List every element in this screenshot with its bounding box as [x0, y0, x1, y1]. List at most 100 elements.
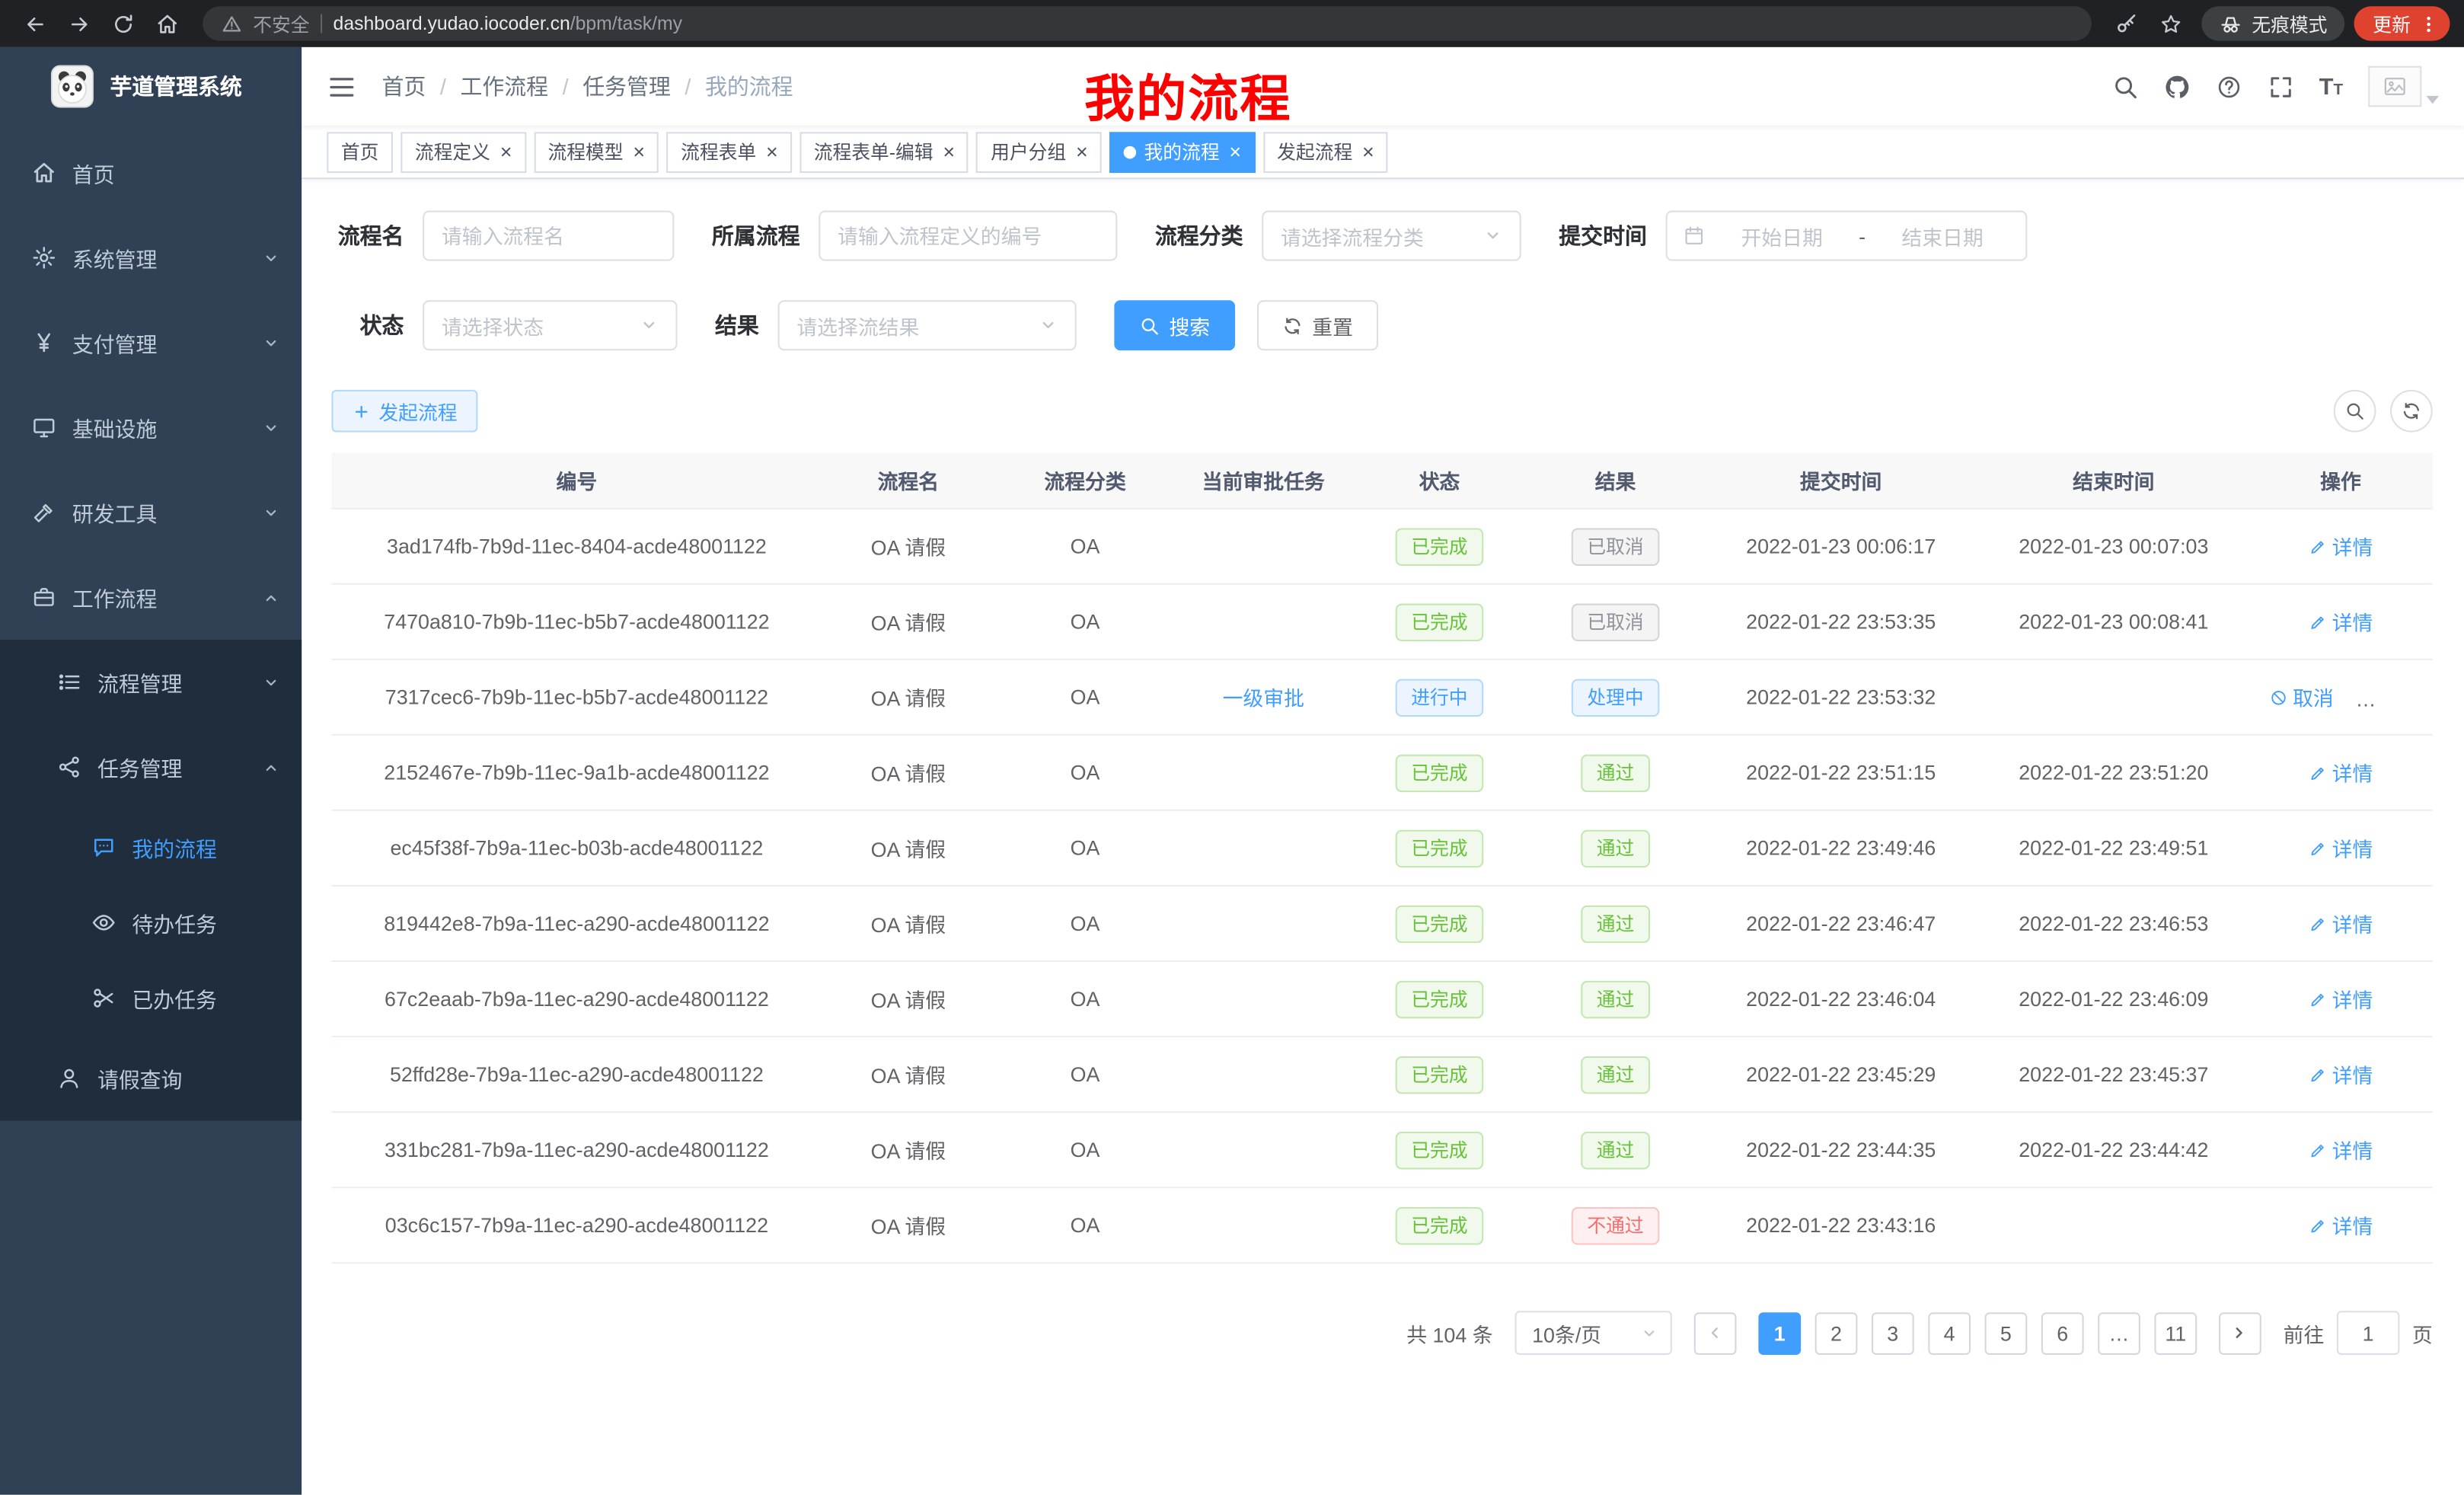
sidebar-item[interactable]: 系统管理: [0, 216, 302, 300]
table-row[interactable]: ec45f38f-7b9a-11ec-b03b-acde48001122 OA …: [331, 811, 2432, 886]
sidebar-item[interactable]: 任务管理: [0, 724, 302, 809]
security-label[interactable]: 不安全: [253, 10, 309, 37]
tab[interactable]: 流程表单-编辑 ×: [800, 131, 969, 172]
browser-back-button[interactable]: [14, 5, 56, 43]
action-detail-link[interactable]: 详情: [2309, 1059, 2373, 1089]
search-button[interactable]: 搜索: [1114, 300, 1235, 350]
pagination-more-button[interactable]: …: [2098, 1311, 2140, 1354]
process-def-input[interactable]: [819, 211, 1117, 261]
sidebar-item[interactable]: 已办任务: [0, 960, 302, 1036]
key-icon[interactable]: [2107, 5, 2148, 43]
tab[interactable]: 流程定义 ×: [401, 131, 525, 172]
tab[interactable]: 首页: [327, 131, 393, 172]
tab[interactable]: 流程模型 ×: [534, 131, 659, 172]
cell-actions: 详情: [2249, 984, 2432, 1014]
sidebar-item[interactable]: 请假查询: [0, 1036, 302, 1120]
pagination-next-button[interactable]: [2219, 1311, 2261, 1354]
sidebar-item[interactable]: 我的流程: [0, 810, 302, 885]
tab-close-icon[interactable]: ×: [1362, 142, 1374, 162]
action-detail-link[interactable]: 详情: [2309, 833, 2373, 863]
address-bar[interactable]: 不安全 dashboard.yudao.iocoder.cn/bpm/task/…: [203, 6, 2092, 40]
show-search-button[interactable]: [2334, 390, 2376, 433]
sidebar-item[interactable]: 首页: [0, 130, 302, 215]
pagination-page-button[interactable]: 5: [1985, 1311, 2028, 1354]
tab-close-icon[interactable]: ×: [500, 142, 512, 162]
action-detail-link[interactable]: 详情: [2309, 1135, 2373, 1164]
sidebar-item[interactable]: 待办任务: [0, 885, 302, 960]
table-row[interactable]: 03c6c157-7b9a-11ec-a290-acde48001122 OA …: [331, 1188, 2432, 1263]
table-row[interactable]: 2152467e-7b9b-11ec-9a1b-acde48001122 OA …: [331, 736, 2432, 811]
tab[interactable]: 用户分组 ×: [977, 131, 1102, 172]
action-detail-link[interactable]: 详情: [2309, 984, 2373, 1014]
breadcrumb-separator: /: [685, 74, 691, 99]
table-row[interactable]: 3ad174fb-7b9d-11ec-8404-acde48001122 OA …: [331, 510, 2432, 585]
status-select[interactable]: 请选择状态: [423, 300, 677, 350]
action-detail-link[interactable]: 详情: [2309, 532, 2373, 561]
table-row[interactable]: 52ffd28e-7b9a-11ec-a290-acde48001122 OA …: [331, 1037, 2432, 1113]
sidebar-item[interactable]: 基础设施: [0, 385, 302, 470]
action-cancel-link[interactable]: 取消: [2269, 682, 2334, 712]
breadcrumb-item[interactable]: 首页: [382, 71, 426, 102]
table-row[interactable]: 7470a810-7b9b-11ec-b5b7-acde48001122 OA …: [331, 585, 2432, 660]
table-row[interactable]: 819442e8-7b9a-11ec-a290-acde48001122 OA …: [331, 886, 2432, 962]
date-range-picker[interactable]: 开始日期 - 结束日期: [1666, 211, 2028, 261]
tab[interactable]: 流程表单 ×: [667, 131, 792, 172]
page-size-select[interactable]: 10条/页: [1514, 1311, 1671, 1355]
goto-page-input[interactable]: [2337, 1311, 2400, 1355]
breadcrumb-separator: /: [563, 74, 569, 99]
kebab-menu-icon[interactable]: [2418, 14, 2439, 34]
pagination-page-button[interactable]: 6: [2041, 1311, 2084, 1354]
action-detail-link[interactable]: 详情: [2309, 1210, 2373, 1240]
help-icon[interactable]: [2215, 73, 2242, 100]
pagination-page-button[interactable]: 11: [2154, 1311, 2197, 1354]
breadcrumb-item[interactable]: 任务管理: [582, 71, 671, 102]
browser-forward-button[interactable]: [58, 5, 99, 43]
browser-reload-button[interactable]: [102, 5, 143, 43]
tab-close-icon[interactable]: ×: [766, 142, 778, 162]
pagination-page-button[interactable]: 3: [1872, 1311, 1914, 1354]
tab-close-icon[interactable]: ×: [1076, 142, 1088, 162]
sidebar-item[interactable]: 研发工具: [0, 470, 302, 554]
font-size-icon[interactable]: TT: [2319, 75, 2344, 98]
action-detail-link[interactable]: 详情: [2309, 607, 2373, 637]
sidebar-item[interactable]: 流程管理: [0, 640, 302, 724]
current-task-link[interactable]: 一级审批: [1223, 687, 1304, 711]
user-avatar[interactable]: [2368, 66, 2439, 107]
tab-close-icon[interactable]: ×: [943, 142, 955, 162]
action-detail-link[interactable]: 详情: [2309, 909, 2373, 938]
app-logo[interactable]: 芋道管理系统: [0, 47, 302, 126]
update-button[interactable]: 更新: [2354, 6, 2450, 40]
fullscreen-icon[interactable]: [2267, 73, 2293, 100]
table-row[interactable]: 67c2eaab-7b9a-11ec-a290-acde48001122 OA …: [331, 962, 2432, 1037]
table-row[interactable]: 331bc281-7b9a-11ec-a290-acde48001122 OA …: [331, 1113, 2432, 1188]
hamburger-icon[interactable]: [327, 72, 356, 101]
table-row[interactable]: 7317cec6-7b9b-11ec-b5b7-acde48001122 OA …: [331, 660, 2432, 736]
process-name-input[interactable]: [423, 211, 674, 261]
chevron-icon: [263, 503, 280, 521]
cell-process-name: OA 请假: [822, 682, 994, 712]
yen-icon: [31, 330, 56, 355]
pagination-page-button[interactable]: 1: [1758, 1311, 1801, 1354]
search-icon[interactable]: [2111, 73, 2138, 100]
tab-close-icon[interactable]: ×: [633, 142, 645, 162]
create-process-button[interactable]: 发起流程: [331, 390, 477, 433]
breadcrumb-item[interactable]: 工作流程: [460, 71, 548, 102]
github-icon[interactable]: [2163, 73, 2190, 100]
pagination-page-button[interactable]: 4: [1928, 1311, 1971, 1354]
category-select[interactable]: 请选择流程分类: [1262, 211, 1521, 261]
sidebar-item[interactable]: 工作流程: [0, 555, 302, 640]
tab[interactable]: 我的流程 ×: [1109, 131, 1255, 172]
sidebar-item[interactable]: 支付管理: [0, 300, 302, 385]
url-text[interactable]: dashboard.yudao.iocoder.cn/bpm/task/my: [334, 13, 682, 35]
bookmark-star-icon[interactable]: [2151, 5, 2192, 43]
result-select[interactable]: 请选择流结果: [778, 300, 1077, 350]
reset-button[interactable]: 重置: [1257, 300, 1378, 350]
cell-process-name: OA 请假: [822, 984, 994, 1014]
action-detail-link[interactable]: 详情: [2309, 758, 2373, 787]
refresh-table-button[interactable]: [2390, 390, 2433, 433]
pagination-prev-button[interactable]: [1694, 1311, 1737, 1354]
tab[interactable]: 发起流程 ×: [1263, 131, 1388, 172]
tab-close-icon[interactable]: ×: [1229, 142, 1241, 162]
browser-home-button[interactable]: [146, 5, 187, 43]
pagination-page-button[interactable]: 2: [1815, 1311, 1858, 1354]
